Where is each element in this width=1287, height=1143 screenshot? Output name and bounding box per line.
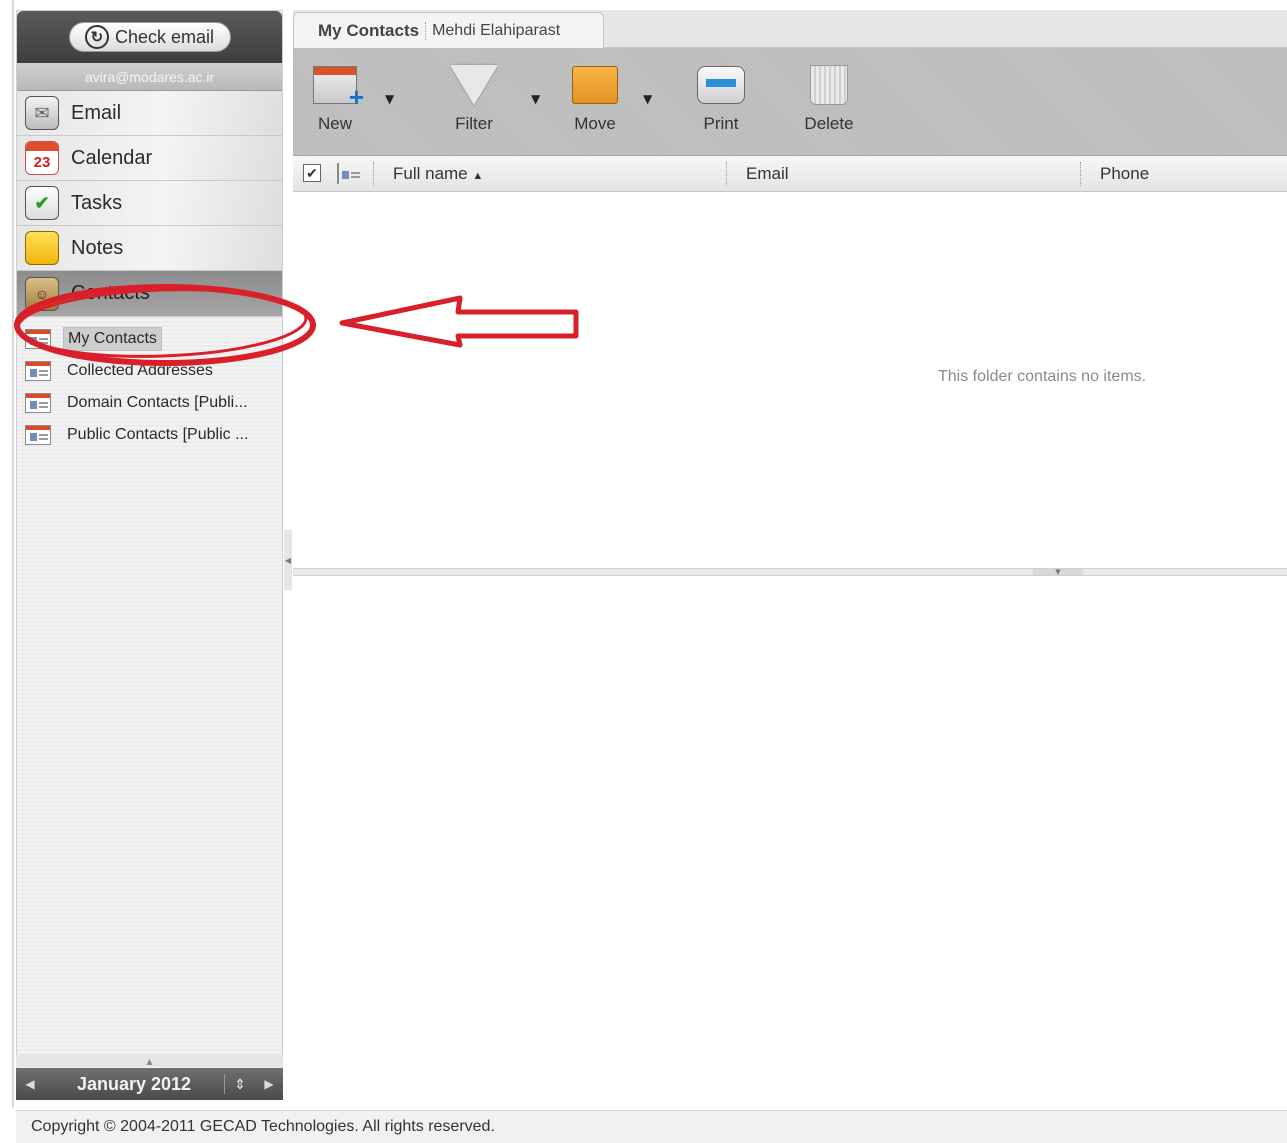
- move-label: Move: [574, 114, 616, 133]
- address-book-icon: [25, 425, 51, 445]
- sidebar: ↻ Check email avira@modares.ac.ir ✉ Emai…: [16, 10, 283, 1100]
- folder-label: Public Contacts [Public ...: [67, 426, 249, 443]
- module-email-label: Email: [71, 101, 122, 124]
- sort-ascending-icon: ▲: [472, 170, 484, 182]
- empty-folder-message: This folder contains no items.: [938, 368, 1147, 385]
- check-email-button[interactable]: ↻ Check email: [68, 22, 231, 52]
- address-book-icon: [25, 361, 51, 381]
- move-dropdown-icon[interactable]: ▼: [643, 92, 652, 106]
- folder-my-contacts[interactable]: My Contacts: [17, 323, 282, 355]
- preview-splitter[interactable]: ▼: [293, 568, 1287, 576]
- folder-label: Collected Addresses: [67, 362, 213, 379]
- trash-icon: [810, 65, 848, 105]
- folder-list: My Contacts Collected Addresses Domain C…: [17, 317, 282, 451]
- move-button[interactable]: Move: [569, 60, 621, 134]
- preview-pane: [293, 576, 1287, 1100]
- module-notes[interactable]: Notes: [17, 226, 282, 271]
- sidebar-collapse-handle[interactable]: ◀: [284, 530, 292, 590]
- new-label: New: [317, 114, 352, 133]
- delete-label: Delete: [804, 114, 854, 133]
- tab-folder-name: My Contacts: [318, 20, 420, 40]
- filter-icon: [450, 65, 498, 105]
- folder-domain-contacts[interactable]: Domain Contacts [Publi...: [17, 387, 282, 419]
- folder-label: Domain Contacts [Publi...: [67, 394, 248, 411]
- copyright-text: Copyright © 2004-2011 GECAD Technologies…: [31, 1118, 495, 1135]
- month-spinner-icon[interactable]: ⇕: [225, 1076, 255, 1093]
- folder-collected-addresses[interactable]: Collected Addresses: [17, 355, 282, 387]
- refresh-icon: ↻: [84, 25, 109, 49]
- printer-icon: [697, 66, 745, 104]
- filter-label: Filter: [455, 114, 493, 133]
- module-calendar-label: Calendar: [71, 146, 153, 169]
- filter-dropdown-icon[interactable]: ▼: [531, 92, 540, 106]
- mini-calendar-label[interactable]: January 2012: [44, 1074, 224, 1095]
- email-icon: ✉: [25, 96, 59, 130]
- contact-list-header: ✔ Full name ▲ Email Phone: [293, 156, 1287, 192]
- address-book-icon: [25, 393, 51, 413]
- new-contact-icon: [313, 66, 364, 113]
- window-left-edge: [0, 0, 14, 1108]
- delete-button[interactable]: Delete: [801, 60, 857, 134]
- column-divider: [373, 162, 374, 186]
- calendar-icon: 23: [25, 141, 59, 175]
- tasks-icon: ✔: [25, 186, 59, 220]
- main-panel: My Contacts Mehdi Elahiparast New ▼ Filt…: [293, 10, 1287, 1100]
- footer: Copyright © 2004-2011 GECAD Technologies…: [16, 1110, 1287, 1143]
- new-dropdown-icon[interactable]: ▼: [385, 92, 394, 106]
- tab-owner-name: Mehdi Elahiparast: [432, 21, 561, 39]
- notes-icon: [25, 231, 59, 265]
- full-name-header-label: Full name: [393, 164, 468, 183]
- calendar-icon-day: 23: [33, 153, 51, 171]
- module-tasks[interactable]: ✔ Tasks: [17, 181, 282, 226]
- full-name-column-header[interactable]: Full name ▲: [393, 164, 483, 184]
- phone-column-header[interactable]: Phone: [1100, 164, 1149, 184]
- contact-card-icon: [337, 163, 360, 184]
- card-column-header[interactable]: [337, 163, 360, 184]
- print-button[interactable]: Print: [695, 60, 747, 134]
- module-contacts[interactable]: ☺ Contacts: [17, 271, 282, 317]
- mini-calendar-bar: ◀ January 2012 ⇕ ▶: [16, 1068, 283, 1100]
- splitter-grip-icon[interactable]: ▼: [1033, 569, 1083, 576]
- module-email[interactable]: ✉ Email: [17, 91, 282, 136]
- filter-button[interactable]: Filter: [447, 60, 501, 134]
- folder-public-contacts[interactable]: Public Contacts [Public ...: [17, 419, 282, 451]
- account-address: avira@modares.ac.ir: [17, 63, 282, 91]
- module-tasks-label: Tasks: [71, 191, 123, 214]
- address-book-icon: [25, 329, 51, 349]
- print-label: Print: [703, 114, 739, 133]
- module-contacts-label: Contacts: [71, 282, 150, 304]
- mini-calendar-expand-handle[interactable]: ▲: [16, 1055, 283, 1067]
- column-divider: [726, 162, 727, 186]
- module-calendar[interactable]: 23 Calendar: [17, 136, 282, 181]
- check-email-label: Check email: [114, 26, 215, 47]
- tab-divider: [425, 21, 427, 40]
- email-column-header[interactable]: Email: [746, 164, 789, 184]
- module-notes-label: Notes: [71, 236, 124, 259]
- prev-month-icon[interactable]: ◀: [16, 1077, 44, 1091]
- select-all-checkbox[interactable]: ✔: [303, 164, 321, 182]
- check-email-bar: ↻ Check email: [17, 11, 282, 63]
- folder-label: My Contacts: [63, 327, 162, 351]
- contacts-icon: ☺: [25, 276, 59, 311]
- new-button[interactable]: New: [307, 60, 364, 134]
- toolbar: New ▼ Filter ▼ Move ▼ Print Delete: [293, 48, 1287, 156]
- column-divider: [1080, 162, 1081, 186]
- next-month-icon[interactable]: ▶: [255, 1077, 283, 1091]
- tab-bar: My Contacts Mehdi Elahiparast: [293, 10, 1287, 48]
- contact-list: This folder contains no items.: [293, 193, 1287, 568]
- tab-my-contacts[interactable]: My Contacts Mehdi Elahiparast: [293, 12, 604, 48]
- folder-icon: [572, 66, 618, 104]
